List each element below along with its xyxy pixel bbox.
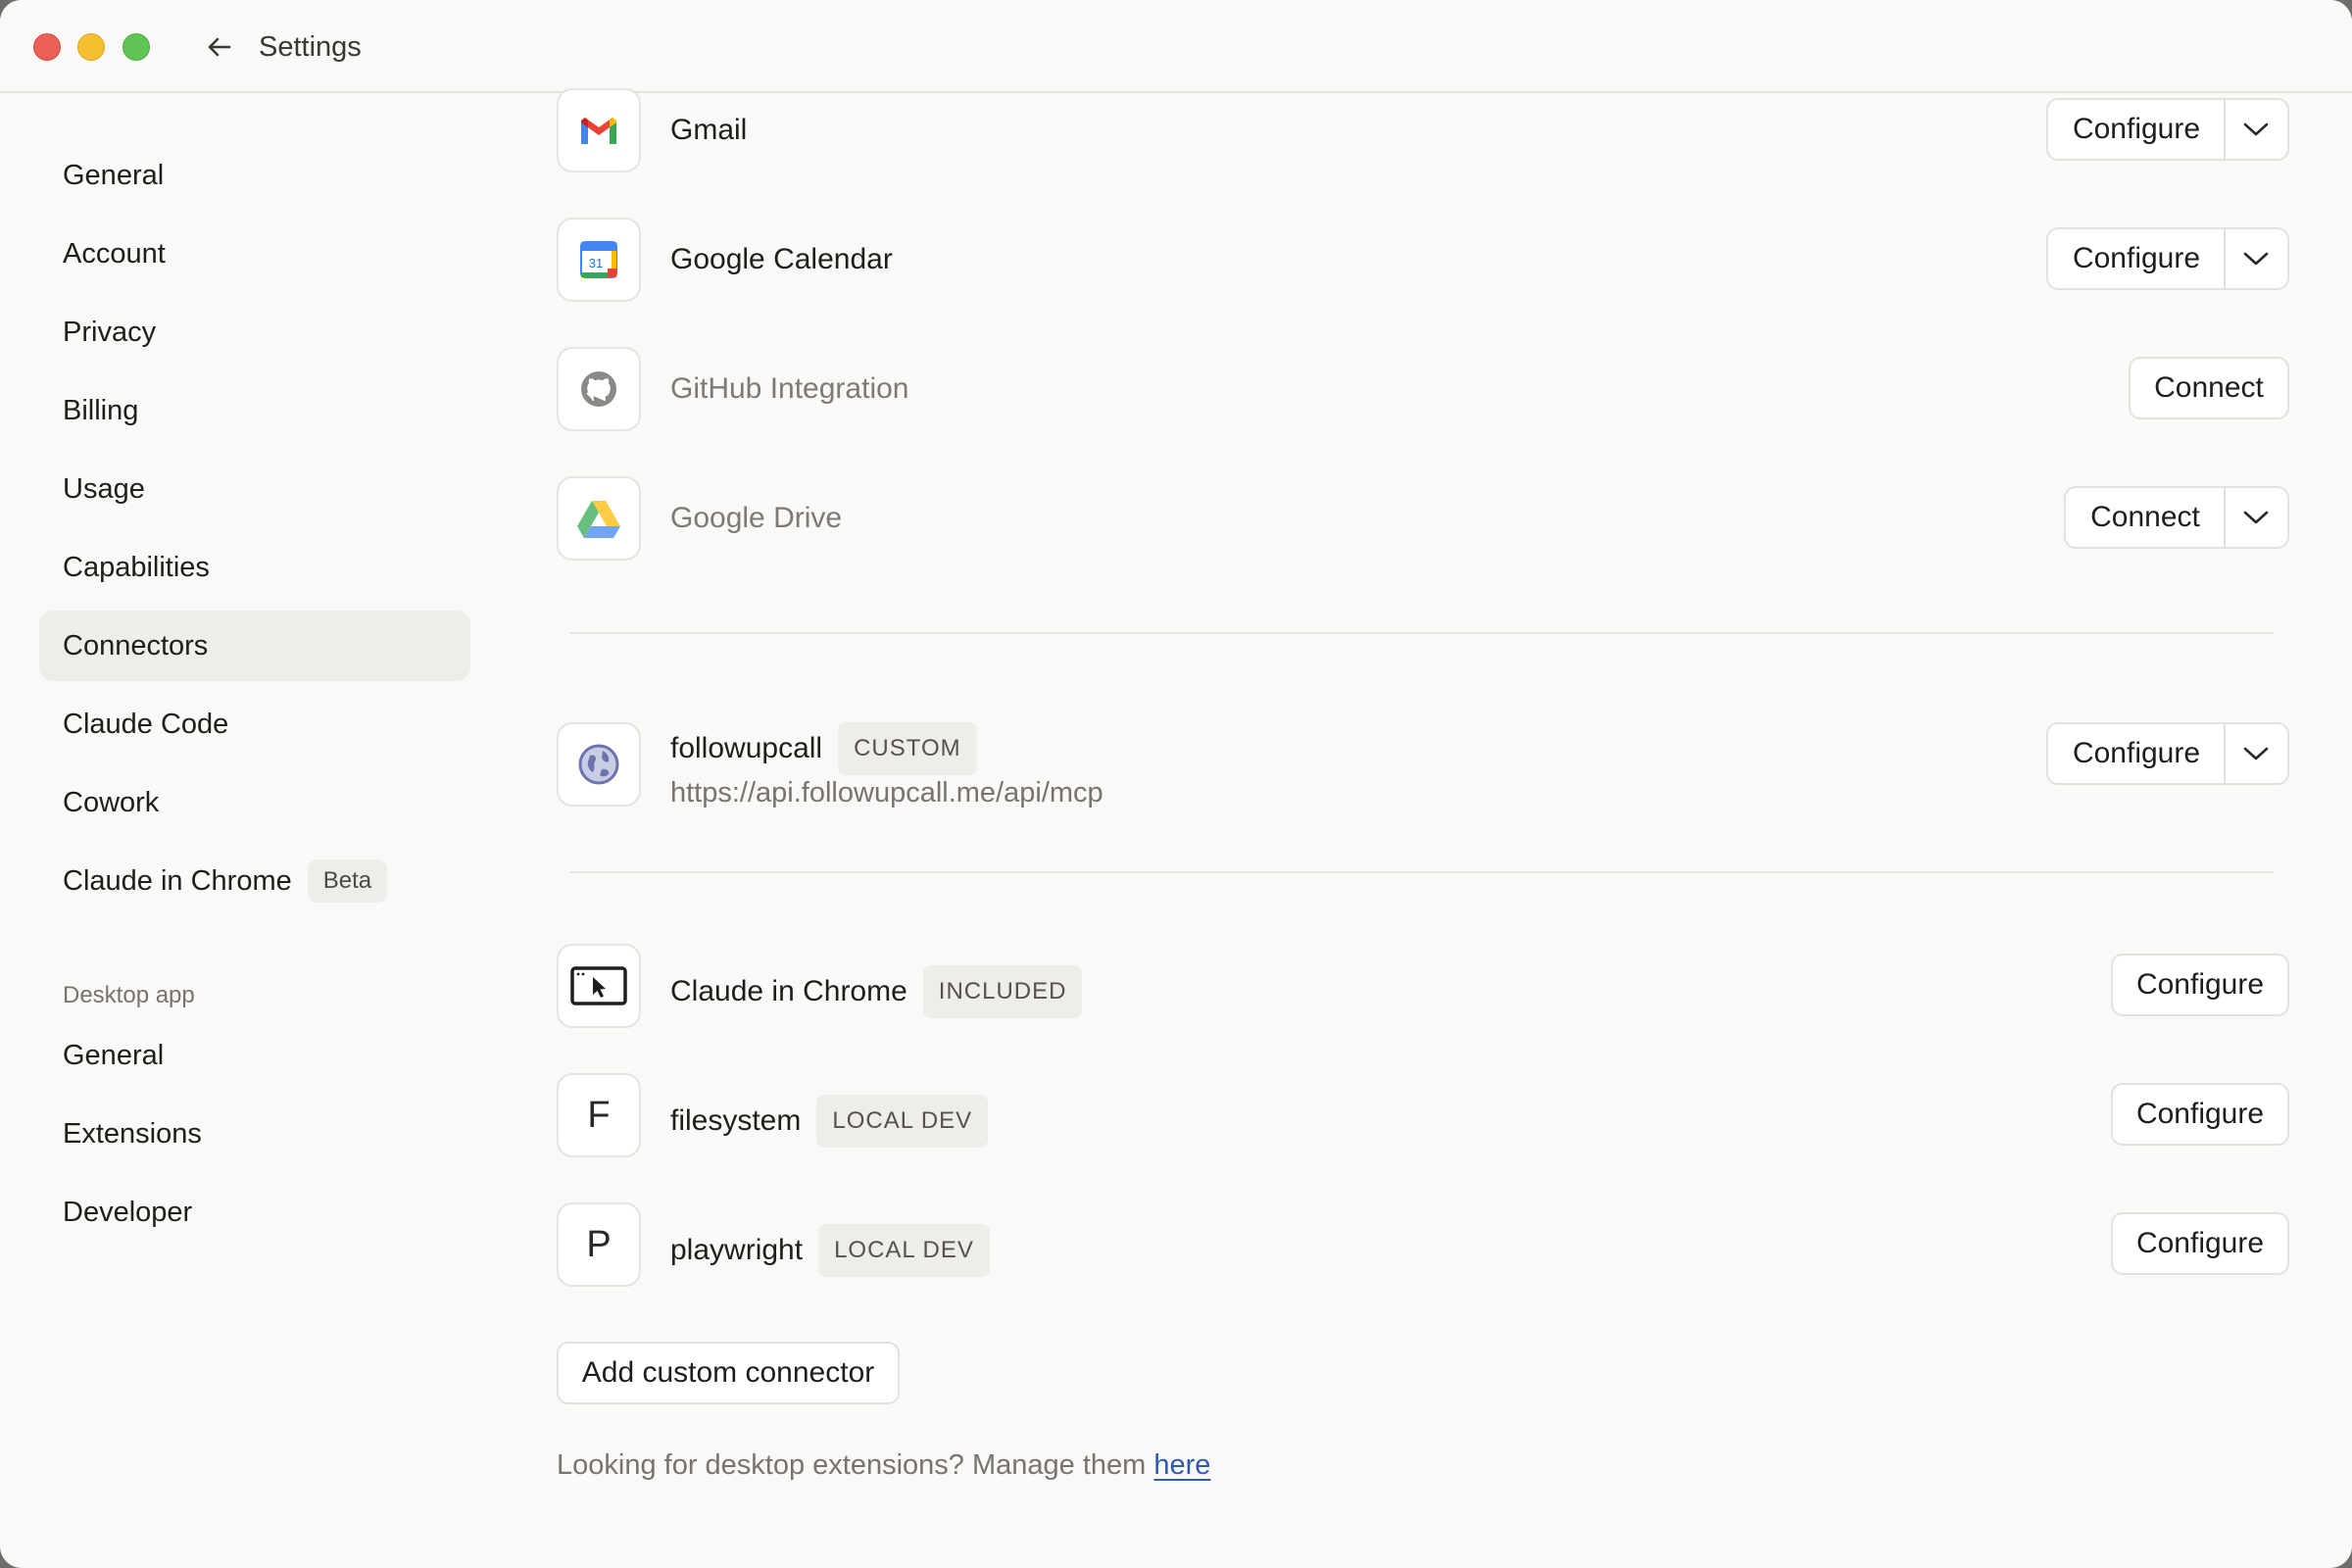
connector-name-line: Claude in Chrome INCLUDED: [670, 965, 1083, 1018]
github-icon: [557, 347, 641, 431]
sidebar-item-capabilities[interactable]: Capabilities: [39, 532, 470, 603]
filesystem-letter-icon: F: [557, 1073, 641, 1157]
sidebar-item-label: Billing: [63, 394, 139, 426]
connector-row-claude-in-chrome: Claude in Chrome INCLUDED Configure: [557, 944, 2289, 1028]
sidebar-item-label: Usage: [63, 472, 145, 505]
add-custom-connector-button[interactable]: Add custom connector: [557, 1342, 900, 1404]
connector-row-github: GitHub Integration Connect: [557, 347, 2289, 431]
connector-row-google-drive: Google Drive Connect: [557, 476, 2289, 561]
chevron-down-icon[interactable]: [2226, 229, 2286, 288]
connector-name-line: filesystem LOCAL DEV: [670, 1095, 989, 1148]
close-window-button[interactable]: [33, 33, 61, 61]
sidebar-item-label: Capabilities: [63, 551, 210, 583]
globe-icon: [557, 722, 641, 807]
sidebar-item-extensions[interactable]: Extensions: [39, 1099, 470, 1169]
connectors-panel: Gmail Configure 31 Google Calendar Confi…: [490, 88, 2352, 1568]
connector-name: GitHub Integration: [670, 372, 909, 405]
sidebar-item-label: Claude Code: [63, 708, 229, 740]
sidebar-item-label: Developer: [63, 1196, 193, 1228]
connect-button[interactable]: Connect: [2064, 486, 2289, 549]
google-drive-icon: [557, 476, 641, 561]
playwright-letter-icon: P: [557, 1202, 641, 1287]
chevron-down-icon[interactable]: [2226, 100, 2286, 159]
sidebar-item-privacy[interactable]: Privacy: [39, 297, 470, 368]
connector-row-playwright: P playwright LOCAL DEV Configure: [557, 1202, 2289, 1287]
sidebar-item-connectors[interactable]: Connectors: [39, 611, 470, 681]
connector-name: playwright: [670, 1234, 804, 1266]
sidebar-item-label: Claude in Chrome: [63, 864, 292, 897]
icon-letter: F: [587, 1094, 611, 1136]
connector-name: Gmail: [670, 114, 748, 146]
connector-row-followupcall: followupcall CUSTOM https://api.followup…: [557, 722, 2287, 840]
configure-button[interactable]: Configure: [2111, 1212, 2289, 1275]
configure-button[interactable]: Configure: [2046, 722, 2289, 785]
local-dev-tag: LOCAL DEV: [816, 1095, 989, 1148]
configure-button-label: Configure: [2072, 113, 2201, 145]
connector-name: Google Calendar: [670, 243, 893, 275]
sidebar-item-usage[interactable]: Usage: [39, 454, 470, 524]
configure-button[interactable]: Configure: [2046, 98, 2289, 161]
connector-row-filesystem: F filesystem LOCAL DEV Configure: [557, 1073, 2289, 1157]
sidebar-item-label: Account: [63, 237, 166, 270]
window-title: Settings: [259, 31, 362, 63]
sidebar-item-claude-in-chrome[interactable]: Claude in Chrome Beta: [39, 846, 470, 916]
google-calendar-icon: 31: [557, 218, 641, 302]
desktop-extensions-hint: Looking for desktop extensions? Manage t…: [557, 1449, 1210, 1482]
connector-name-line: playwright LOCAL DEV: [670, 1224, 990, 1277]
gmail-icon: [557, 88, 641, 172]
sidebar-item-label: Extensions: [63, 1117, 202, 1150]
connector-row-gmail: Gmail Configure: [557, 88, 2289, 172]
section-divider: [570, 871, 2274, 873]
settings-window: Settings General Account Privacy Billing…: [0, 0, 2352, 1568]
sidebar-item-desktop-general[interactable]: General: [39, 1020, 470, 1091]
footer-text: Looking for desktop extensions? Manage t…: [557, 1449, 1147, 1481]
sidebar-item-cowork[interactable]: Cowork: [39, 767, 470, 838]
sidebar-item-label: General: [63, 159, 165, 191]
connector-row-google-calendar: 31 Google Calendar Configure: [557, 218, 2289, 302]
sidebar-item-label: Privacy: [63, 316, 157, 348]
connector-name-line: followupcall CUSTOM: [670, 722, 977, 775]
sidebar-item-account[interactable]: Account: [39, 219, 470, 289]
connector-name: followupcall: [670, 732, 823, 764]
beta-badge: Beta: [307, 859, 388, 903]
configure-button[interactable]: Configure: [2111, 954, 2289, 1016]
chevron-down-icon[interactable]: [2226, 488, 2286, 547]
minimize-window-button[interactable]: [77, 33, 105, 61]
sidebar-item-billing[interactable]: Billing: [39, 375, 470, 446]
configure-button-label: Configure: [2072, 242, 2201, 274]
desktop-app-section-label: Desktop app: [63, 982, 195, 1008]
connect-button[interactable]: Connect: [2129, 357, 2289, 419]
sidebar-item-label: General: [63, 1039, 165, 1071]
connect-button-label: Connect: [2090, 501, 2200, 533]
connector-name: filesystem: [670, 1104, 802, 1137]
icon-letter: P: [586, 1223, 612, 1265]
sidebar-item-claude-code[interactable]: Claude Code: [39, 689, 470, 760]
title-bar: Settings: [0, 0, 2352, 93]
maximize-window-button[interactable]: [122, 33, 150, 61]
chevron-down-icon[interactable]: [2226, 724, 2286, 783]
custom-tag: CUSTOM: [838, 722, 977, 775]
section-divider: [570, 632, 2274, 634]
connector-name: Claude in Chrome: [670, 975, 907, 1007]
included-tag: INCLUDED: [922, 965, 1083, 1018]
sidebar-item-label: Connectors: [63, 629, 209, 662]
sidebar-item-label: Cowork: [63, 786, 160, 818]
sidebar-item-developer[interactable]: Developer: [39, 1177, 470, 1248]
browser-cursor-icon: [557, 944, 641, 1028]
calendar-date-text: 31: [589, 256, 603, 270]
manage-extensions-link[interactable]: here: [1153, 1449, 1210, 1481]
local-dev-tag: LOCAL DEV: [818, 1224, 990, 1277]
connector-name: Google Drive: [670, 502, 843, 534]
sidebar-item-general[interactable]: General: [39, 140, 470, 211]
configure-button[interactable]: Configure: [2111, 1083, 2289, 1146]
back-arrow-icon[interactable]: [202, 29, 237, 65]
configure-button-label: Configure: [2072, 737, 2201, 769]
connector-url: https://api.followupcall.me/api/mcp: [670, 777, 1103, 808]
settings-sidebar: General Account Privacy Billing Usage Ca…: [0, 95, 490, 1568]
configure-button[interactable]: Configure: [2046, 227, 2289, 290]
